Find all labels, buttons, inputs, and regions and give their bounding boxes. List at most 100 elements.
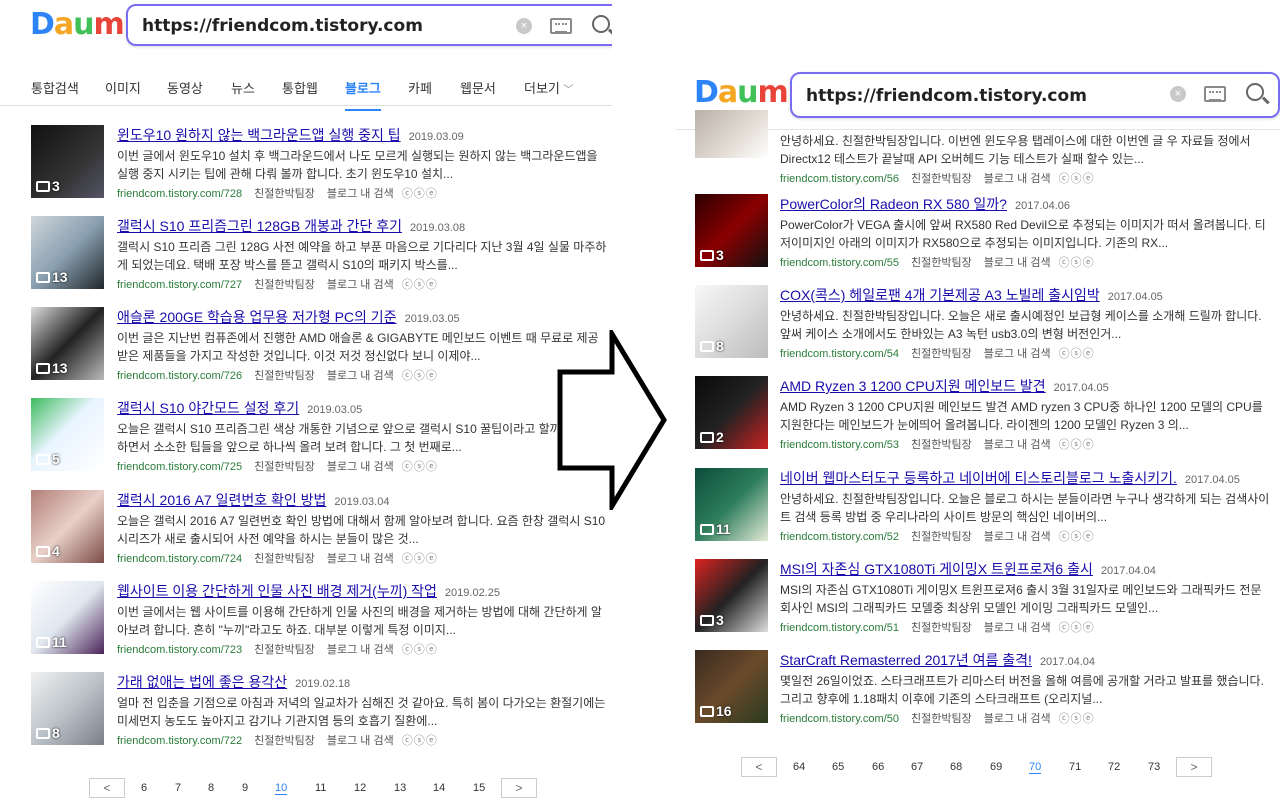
page-link[interactable]: 68: [950, 761, 962, 773]
result-title[interactable]: StarCraft Remasterred 2017년 여름 출격! 2017.0…: [780, 650, 1095, 670]
tab-all[interactable]: 통합검색: [31, 78, 79, 97]
result-author[interactable]: 친절한박팀장: [254, 461, 315, 473]
result-url[interactable]: friendcom.tistory.com/51: [780, 622, 899, 634]
blog-search-link[interactable]: 블로그 내 검색: [984, 531, 1051, 543]
blog-search-link[interactable]: 블로그 내 검색: [327, 735, 394, 747]
result-thumbnail[interactable]: [695, 110, 768, 158]
result-thumbnail[interactable]: 8: [31, 672, 104, 745]
result-url[interactable]: friendcom.tistory.com/56: [780, 173, 899, 185]
prev-page-button[interactable]: <: [89, 778, 125, 798]
tab-video[interactable]: 동영상: [167, 78, 203, 97]
search-icon[interactable]: [1246, 83, 1264, 101]
page-link[interactable]: 14: [433, 782, 445, 794]
blog-search-link[interactable]: 블로그 내 검색: [327, 553, 394, 565]
tab-web[interactable]: 통합웹: [282, 78, 318, 97]
result-title[interactable]: 애슬론 200GE 학습용 업무용 저가형 PC의 기준 2019.03.05: [117, 307, 460, 327]
blog-search-link[interactable]: 블로그 내 검색: [984, 257, 1051, 269]
result-author[interactable]: 친절한박팀장: [911, 531, 972, 543]
blog-search-link[interactable]: 블로그 내 검색: [984, 173, 1051, 185]
result-title[interactable]: COX(콕스) 헤일로팬 4개 기본제공 A3 노빌레 출시임박 2017.04.…: [780, 285, 1163, 305]
page-link[interactable]: 11: [315, 782, 326, 794]
page-link[interactable]: 7: [175, 782, 181, 794]
next-page-button[interactable]: >: [501, 778, 537, 798]
result-thumbnail[interactable]: 11: [31, 581, 104, 654]
blog-search-link[interactable]: 블로그 내 검색: [984, 439, 1051, 451]
result-url[interactable]: friendcom.tistory.com/726: [117, 370, 242, 382]
page-link[interactable]: 67: [911, 761, 923, 773]
tab-blog[interactable]: 블로그: [345, 78, 381, 111]
result-url[interactable]: friendcom.tistory.com/727: [117, 279, 242, 291]
result-thumbnail[interactable]: 3: [695, 559, 768, 632]
result-thumbnail[interactable]: 16: [695, 650, 768, 723]
clear-icon[interactable]: ×: [1170, 86, 1186, 102]
result-thumbnail[interactable]: 13: [31, 307, 104, 380]
result-thumbnail[interactable]: 11: [695, 468, 768, 541]
page-link[interactable]: 13: [394, 782, 406, 794]
blog-search-link[interactable]: 블로그 내 검색: [984, 713, 1051, 725]
page-link[interactable]: 9: [242, 782, 248, 794]
page-link[interactable]: 72: [1108, 761, 1120, 773]
search-bar[interactable]: https://friendcom.tistory.com ×: [126, 4, 612, 46]
blog-search-link[interactable]: 블로그 내 검색: [327, 188, 394, 200]
page-link[interactable]: 65: [832, 761, 844, 773]
blog-search-link[interactable]: 블로그 내 검색: [327, 279, 394, 291]
result-thumbnail[interactable]: 8: [695, 285, 768, 358]
page-link[interactable]: 15: [473, 782, 485, 794]
page-link[interactable]: 69: [990, 761, 1002, 773]
result-title[interactable]: AMD Ryzen 3 1200 CPU지원 메인보드 발견 2017.04.05: [780, 376, 1109, 396]
page-link-current[interactable]: 10: [275, 782, 288, 795]
result-url[interactable]: friendcom.tistory.com/722: [117, 735, 242, 747]
result-author[interactable]: 친절한박팀장: [911, 622, 972, 634]
blog-search-link[interactable]: 블로그 내 검색: [327, 370, 394, 382]
result-url[interactable]: friendcom.tistory.com/54: [780, 348, 899, 360]
blog-search-link[interactable]: 블로그 내 검색: [327, 644, 394, 656]
tab-image[interactable]: 이미지: [105, 78, 141, 97]
tab-webdoc[interactable]: 웹문서: [460, 78, 496, 97]
result-thumbnail[interactable]: 3: [31, 125, 104, 198]
result-thumbnail[interactable]: 3: [695, 194, 768, 267]
page-link[interactable]: 66: [872, 761, 884, 773]
result-thumbnail[interactable]: 13: [31, 216, 104, 289]
result-url[interactable]: friendcom.tistory.com/53: [780, 439, 899, 451]
result-thumbnail[interactable]: 4: [31, 490, 104, 563]
result-author[interactable]: 친절한박팀장: [254, 370, 315, 382]
result-url[interactable]: friendcom.tistory.com/728: [117, 188, 242, 200]
result-author[interactable]: 친절한박팀장: [254, 553, 315, 565]
blog-search-link[interactable]: 블로그 내 검색: [327, 461, 394, 473]
daum-logo[interactable]: Daum: [694, 76, 789, 110]
result-author[interactable]: 친절한박팀장: [254, 735, 315, 747]
clear-icon[interactable]: ×: [516, 18, 532, 34]
tab-more[interactable]: 더보기 ﹀: [524, 78, 574, 97]
result-author[interactable]: 친절한박팀장: [254, 644, 315, 656]
prev-page-button[interactable]: <: [741, 757, 777, 777]
result-thumbnail[interactable]: 5: [31, 398, 104, 471]
page-link[interactable]: 8: [208, 782, 214, 794]
result-title[interactable]: 윈도우10 원하지 않는 백그라운드앱 실행 중지 팁 2019.03.09: [117, 125, 464, 145]
result-author[interactable]: 친절한박팀장: [911, 439, 972, 451]
search-bar[interactable]: https://friendcom.tistory.com ×: [790, 72, 1280, 118]
blog-search-link[interactable]: 블로그 내 검색: [984, 622, 1051, 634]
result-author[interactable]: 친절한박팀장: [911, 257, 972, 269]
result-title[interactable]: 웹사이트 이용 간단하게 인물 사진 배경 제거(누끼) 작업 2019.02.2…: [117, 581, 500, 601]
result-url[interactable]: friendcom.tistory.com/725: [117, 461, 242, 473]
tab-news[interactable]: 뉴스: [231, 78, 255, 97]
page-link[interactable]: 71: [1069, 761, 1081, 773]
page-link[interactable]: 73: [1148, 761, 1160, 773]
result-url[interactable]: friendcom.tistory.com/723: [117, 644, 242, 656]
result-thumbnail[interactable]: 2: [695, 376, 768, 449]
search-input[interactable]: https://friendcom.tistory.com: [142, 16, 423, 36]
page-link-current[interactable]: 70: [1029, 761, 1042, 774]
result-title[interactable]: 네이버 웹마스터도구 등록하고 네이버에 티스토리블로그 노출시키기. 2017.…: [780, 468, 1240, 488]
result-url[interactable]: friendcom.tistory.com/52: [780, 531, 899, 543]
result-title[interactable]: MSI의 자존심 GTX1080Ti 게이밍X 트윈프로져6 출시 2017.04…: [780, 559, 1156, 579]
result-author[interactable]: 친절한박팀장: [254, 279, 315, 291]
result-title[interactable]: 갤럭시 S10 야간모드 설정 후기 2019.03.05: [117, 398, 362, 418]
result-title[interactable]: 가래 없애는 법에 좋은 용각산 2019.02.18: [117, 672, 350, 692]
result-title[interactable]: 갤럭시 S10 프리즘그린 128GB 개봉과 간단 후기 2019.03.08: [117, 216, 465, 236]
keyboard-icon[interactable]: [550, 18, 572, 34]
blog-search-link[interactable]: 블로그 내 검색: [984, 348, 1051, 360]
daum-logo[interactable]: Daum: [30, 8, 125, 42]
result-url[interactable]: friendcom.tistory.com/50: [780, 713, 899, 725]
result-title[interactable]: 갤럭시 2016 A7 일련번호 확인 방법 2019.03.04: [117, 490, 389, 510]
search-icon[interactable]: [592, 15, 610, 33]
